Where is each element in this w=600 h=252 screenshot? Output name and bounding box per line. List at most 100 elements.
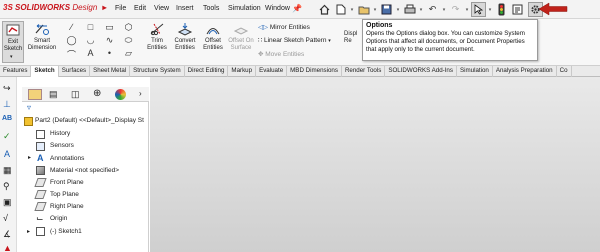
- offset-on-surface-button[interactable]: Offset On Surface: [227, 21, 255, 52]
- tab-analysis-preparation[interactable]: Analysis Preparation: [493, 66, 557, 77]
- tree-item-sketch1[interactable]: (-) Sketch1: [50, 228, 82, 235]
- menu-view[interactable]: View: [154, 5, 169, 12]
- relation-icon[interactable]: ⊥: [3, 99, 11, 110]
- new-document-icon[interactable]: [333, 2, 348, 17]
- chevron-down-icon[interactable]: ▾: [487, 7, 493, 13]
- print-icon[interactable]: [402, 2, 417, 17]
- tab-render-tools[interactable]: Render Tools: [342, 66, 386, 77]
- spell-check-icon[interactable]: AB: [2, 115, 12, 122]
- redo-icon[interactable]: ↷: [448, 2, 463, 17]
- tab-solidworks-add-ins[interactable]: SOLIDWORKS Add-Ins: [385, 66, 457, 77]
- tree-item-material[interactable]: Material <not specified>: [50, 167, 119, 174]
- ds-logo-text: 3S: [3, 3, 13, 12]
- warning-icon[interactable]: ▲: [3, 243, 12, 252]
- tree-item-annotations[interactable]: Annotations: [50, 155, 84, 162]
- smart-dimension-button[interactable]: Smart Dimension: [26, 21, 58, 52]
- arc-icon[interactable]: ◡: [81, 35, 100, 48]
- tree-root-part[interactable]: Part2 (Default) <<Default>_Display St: [35, 117, 144, 124]
- tab-evaluate[interactable]: Evaluate: [256, 66, 288, 77]
- convert-entities-button[interactable]: Convert Entities: [171, 21, 199, 52]
- expand-arrow-icon[interactable]: ▸: [27, 228, 30, 235]
- tree-item-origin[interactable]: Origin: [50, 215, 67, 222]
- tab-direct-editing[interactable]: Direct Editing: [185, 66, 229, 77]
- table-tool-icon[interactable]: ▦: [3, 165, 12, 176]
- chevron-down-icon[interactable]: ▾: [418, 7, 424, 13]
- feature-manager-tab-icon[interactable]: [28, 89, 42, 100]
- tab-features[interactable]: Features: [0, 66, 32, 77]
- expand-arrow-icon[interactable]: ▸: [28, 154, 31, 161]
- line-icon[interactable]: ∕: [62, 22, 81, 35]
- graphics-area[interactable]: [150, 77, 600, 252]
- menu-insert[interactable]: Insert: [176, 5, 194, 12]
- pin-icon[interactable]: 📌: [292, 4, 302, 13]
- tree-item-history[interactable]: History: [50, 130, 70, 137]
- open-icon[interactable]: [356, 2, 371, 17]
- chevron-down-icon[interactable]: ▾: [441, 7, 447, 13]
- chevron-down-icon[interactable]: ▾: [328, 38, 331, 44]
- undo-icon[interactable]: ↶: [425, 2, 440, 17]
- dimxpert-tab-icon[interactable]: ⊕: [93, 88, 101, 99]
- text-tool-icon[interactable]: A: [4, 149, 10, 159]
- offset-entities-button[interactable]: Offset Entities: [199, 21, 227, 52]
- smart-dimension-icon: [35, 24, 49, 35]
- tree-item-top-plane[interactable]: Top Plane: [50, 191, 79, 198]
- tab-surfaces[interactable]: Surfaces: [59, 66, 91, 77]
- menu-tools[interactable]: Tools: [203, 5, 219, 12]
- exit-sketch-button[interactable]: Exit Sketch: [2, 21, 24, 63]
- fillet-icon[interactable]: ⌒: [62, 48, 81, 61]
- tab-simulation[interactable]: Simulation: [457, 66, 493, 77]
- tree-item-right-plane[interactable]: Right Plane: [50, 203, 84, 210]
- tab-markup[interactable]: Markup: [228, 66, 257, 77]
- chevron-down-icon[interactable]: ▾: [395, 7, 401, 13]
- ellipse-icon[interactable]: ⬭: [119, 35, 138, 48]
- tab-sheet-metal[interactable]: Sheet Metal: [90, 66, 131, 77]
- trim-entities-button[interactable]: Trim Entities: [143, 21, 171, 52]
- point-icon[interactable]: •: [100, 48, 119, 61]
- menu-window[interactable]: Window: [265, 5, 290, 12]
- display-relations-button[interactable]: Displ Re: [344, 31, 362, 45]
- chevron-down-icon[interactable]: ▾: [10, 54, 13, 60]
- sketch-icon: [36, 227, 45, 236]
- circle-icon[interactable]: ◯: [62, 35, 81, 48]
- menu-simulation[interactable]: Simulation: [228, 5, 261, 12]
- display-manager-tab-icon[interactable]: [115, 89, 126, 100]
- text-icon[interactable]: A: [81, 48, 100, 61]
- plane-icon[interactable]: ▱: [119, 48, 138, 61]
- menu-file[interactable]: File: [115, 5, 126, 12]
- tab-structure-system[interactable]: Structure System: [130, 66, 185, 77]
- rectangle-icon[interactable]: □: [81, 22, 100, 35]
- chevron-down-icon[interactable]: ▾: [464, 7, 470, 13]
- chevron-down-icon[interactable]: ▾: [349, 7, 355, 13]
- measure-icon[interactable]: ∡: [3, 229, 11, 240]
- solidworks-logo[interactable]: 3S SOLIDWORKS Design ▸: [3, 3, 107, 16]
- chevron-down-icon[interactable]: ▾: [372, 7, 378, 13]
- view-icon[interactable]: ▣: [3, 197, 12, 208]
- tree-item-sensors[interactable]: Sensors: [50, 142, 74, 149]
- tab-sketch[interactable]: Sketch: [31, 66, 59, 77]
- zoom-icon[interactable]: ⚲: [3, 181, 10, 192]
- sketch-tools-grid: ∕ □ ▭ ⬡ ◯ ◡ ∿ ⬭ ⌒ A • ▱: [62, 22, 140, 62]
- slot-icon[interactable]: ▭: [100, 22, 119, 35]
- save-icon[interactable]: [379, 2, 394, 17]
- tab-mbd-dimensions[interactable]: MBD Dimensions: [287, 66, 342, 77]
- move-entities-button[interactable]: ✥ Move Entities: [258, 50, 304, 58]
- spline-icon[interactable]: ∿: [100, 35, 119, 48]
- polygon-icon[interactable]: ⬡: [119, 22, 138, 35]
- mirror-entities-button[interactable]: ◁▷ Mirror Entities: [258, 23, 310, 31]
- tree-item-front-plane[interactable]: Front Plane: [50, 179, 84, 186]
- traffic-light-icon[interactable]: [494, 2, 509, 17]
- property-manager-tab-icon[interactable]: ▤: [49, 89, 58, 100]
- select-icon[interactable]: [471, 2, 486, 17]
- menu-edit[interactable]: Edit: [134, 5, 146, 12]
- configuration-manager-tab-icon[interactable]: ◫: [71, 89, 80, 100]
- file-properties-icon[interactable]: [510, 2, 525, 17]
- home-icon[interactable]: [317, 2, 332, 17]
- chevron-right-icon[interactable]: ›: [139, 89, 142, 98]
- tab-more[interactable]: Co: [557, 66, 572, 77]
- filter-icon[interactable]: ▿: [27, 103, 31, 112]
- offset-entities-label: Offset Entities: [203, 38, 223, 51]
- pin-tool-icon[interactable]: ✓: [3, 131, 11, 142]
- check-sketch-icon[interactable]: √: [3, 213, 8, 223]
- linear-sketch-pattern-button[interactable]: ∷ Linear Sketch Pattern ▾: [258, 36, 331, 44]
- sketch-tool-icon[interactable]: ↪: [3, 83, 11, 94]
